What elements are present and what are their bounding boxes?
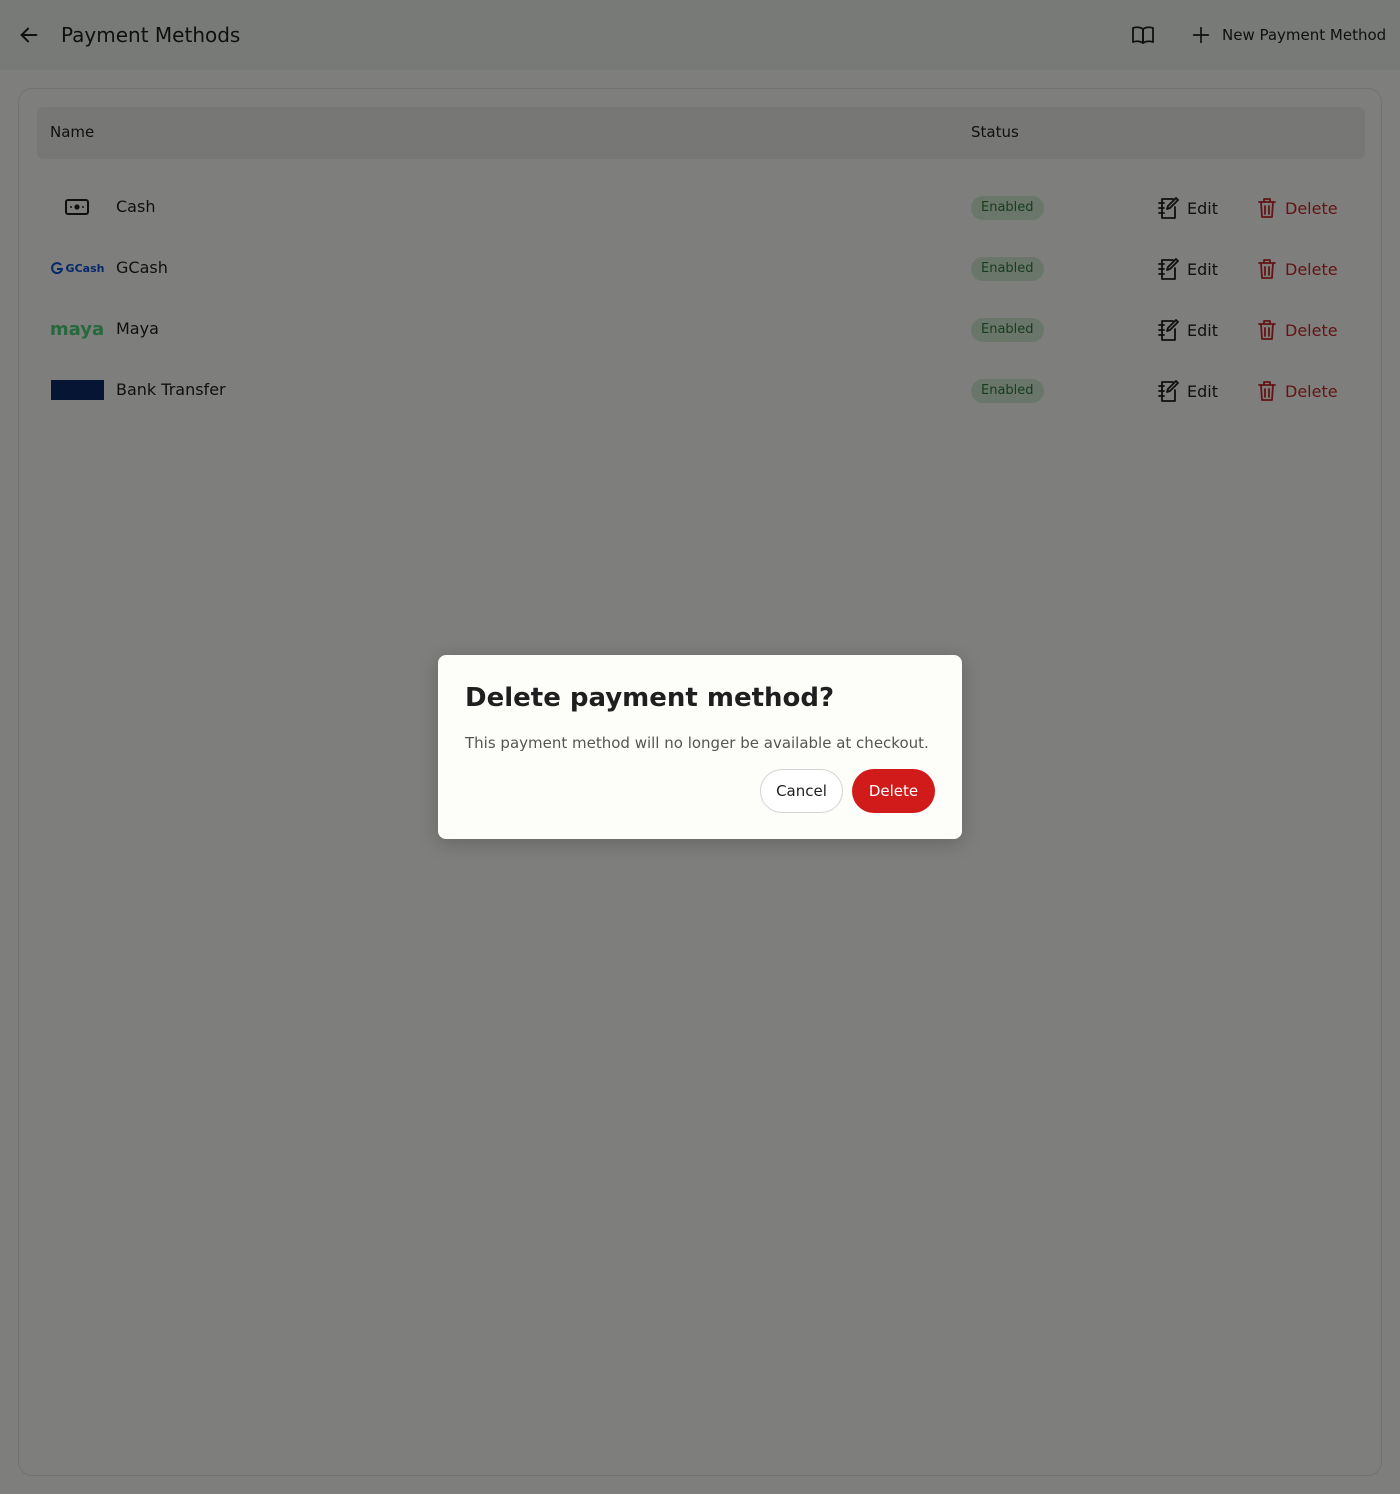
app: Payment Methods New Payment Method Name …: [0, 0, 1400, 1494]
dialog-message: This payment method will no longer be av…: [465, 734, 929, 752]
delete-confirm-dialog: Delete payment method? This payment meth…: [438, 655, 962, 839]
dialog-title: Delete payment method?: [465, 683, 835, 713]
cancel-button[interactable]: Cancel: [760, 769, 843, 813]
confirm-delete-button[interactable]: Delete: [852, 769, 935, 813]
